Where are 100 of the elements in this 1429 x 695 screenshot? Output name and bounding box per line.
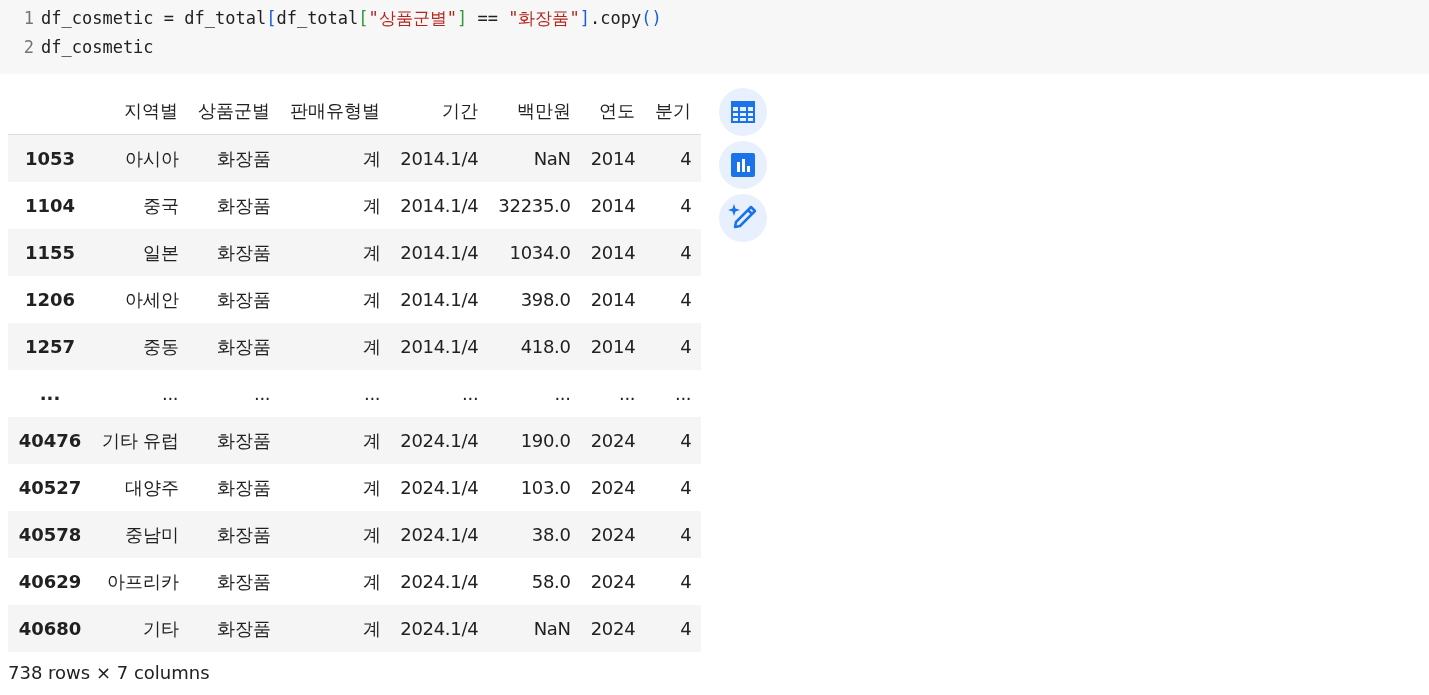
table-cell: 2024 [580,558,646,605]
code-line: df_cosmetic = df_total[df_total["상품군별"] == "화장품"].copy() [41,7,662,30]
row-index: 1104 [8,182,92,229]
table-cell: 2014 [580,276,646,323]
table-cell: 대양주 [92,464,189,511]
table-cell: 190.0 [488,417,581,464]
table-cell: 58.0 [488,558,581,605]
table-cell: 계 [280,229,391,276]
table-cell: 2024 [580,417,646,464]
column-header: 기간 [390,88,489,135]
table-cell: 화장품 [188,558,281,605]
table-cell: 중동 [92,323,189,370]
table-cell: 아세안 [92,276,189,323]
table-cell: 기타 유럽 [92,417,189,464]
table-cell: ... [390,370,489,417]
row-index: 40578 [8,511,92,558]
sparkle-pencil-button[interactable] [719,194,768,242]
table-cell: 계 [280,511,391,558]
table-cell: 4 [645,558,702,605]
table-cell: 2014 [580,134,646,182]
row-index: 1257 [8,323,92,370]
table-cell: 398.0 [488,276,581,323]
table-cell: 2014.1/4 [390,134,489,182]
table-cell: ... [488,370,581,417]
table-cell: 중남미 [92,511,189,558]
table-cell: ... [92,370,189,417]
table-cell: 기타 [92,605,189,652]
row-index: ... [8,370,92,417]
table-cell: 2024.1/4 [390,511,489,558]
table-cell: 계 [280,276,391,323]
table-cell: 계 [280,558,391,605]
table-cell: 화장품 [188,323,281,370]
row-index: 40476 [8,417,92,464]
table-cell: 화장품 [188,229,281,276]
table-cell: 2014 [580,229,646,276]
table-cell: 아시아 [92,134,189,182]
table-cell: 4 [645,229,702,276]
table-cell: 4 [645,182,702,229]
table-cell: 2024 [580,605,646,652]
column-header: 연도 [580,88,646,135]
table-cell: 4 [645,276,702,323]
table-cell: NaN [488,605,581,652]
table-cell: 38.0 [488,511,581,558]
table-cell: 계 [280,605,391,652]
table-cell: ... [645,370,702,417]
table-cell: 2024 [580,464,646,511]
table-icon [730,99,757,125]
table-cell: 4 [645,134,702,182]
table-cell: 2024 [580,511,646,558]
row-index: 1053 [8,134,92,182]
bar-chart-icon [730,152,757,178]
column-header: 분기 [645,88,702,135]
table-cell: ... [280,370,391,417]
column-header: 백만원 [488,88,581,135]
table-cell: 103.0 [488,464,581,511]
column-header: 판매유형별 [280,88,391,135]
table-cell: 계 [280,323,391,370]
table-cell: 418.0 [488,323,581,370]
row-index: 40527 [8,464,92,511]
column-header: 상품군별 [188,88,281,135]
table-cell: 2014.1/4 [390,323,489,370]
table-cell: 2014.1/4 [390,182,489,229]
table-cell: 화장품 [188,605,281,652]
table-cell: 4 [645,605,702,652]
table-cell: 계 [280,417,391,464]
line-number: 1 [22,7,35,30]
table-cell: 2024.1/4 [390,558,489,605]
table-cell: 계 [280,464,391,511]
table-cell: 4 [645,323,702,370]
table-cell: 2024.1/4 [390,464,489,511]
table-cell: 2014.1/4 [390,229,489,276]
table-cell: 4 [645,464,702,511]
table-cell: 화장품 [188,511,281,558]
bar-chart-button[interactable] [719,141,768,189]
row-index: 1206 [8,276,92,323]
table-cell: 2024.1/4 [390,605,489,652]
table-button[interactable] [719,88,768,136]
table-cell: NaN [488,134,581,182]
table-cell: 계 [280,134,391,182]
table-cell: 2014 [580,182,646,229]
table-cell: 화장품 [188,417,281,464]
code-editor[interactable]: 1 df_cosmetic = df_total[df_total["상품군별"] == "화장품"].copy() 2 df_cosmetic [0,0,1429,74]
table-cell: 4 [645,417,702,464]
row-index: 40629 [8,558,92,605]
table-cell: 2014.1/4 [390,276,489,323]
row-index: 40680 [8,605,92,652]
table-cell: 중국 [92,182,189,229]
table-cell: 아프리카 [92,558,189,605]
table-cell: 4 [645,511,702,558]
table-cell: 화장품 [188,134,281,182]
shape-summary: 738 rows × 7 columns [8,661,211,683]
table-cell: 화장품 [188,276,281,323]
column-header: 지역별 [92,88,189,135]
table-cell: ... [188,370,281,417]
table-cell: 2024.1/4 [390,417,489,464]
table-cell: 1034.0 [488,229,581,276]
table-cell: 화장품 [188,464,281,511]
code-line: df_cosmetic [41,36,154,59]
table-cell: 2014 [580,323,646,370]
table-cell: 32235.0 [488,182,581,229]
